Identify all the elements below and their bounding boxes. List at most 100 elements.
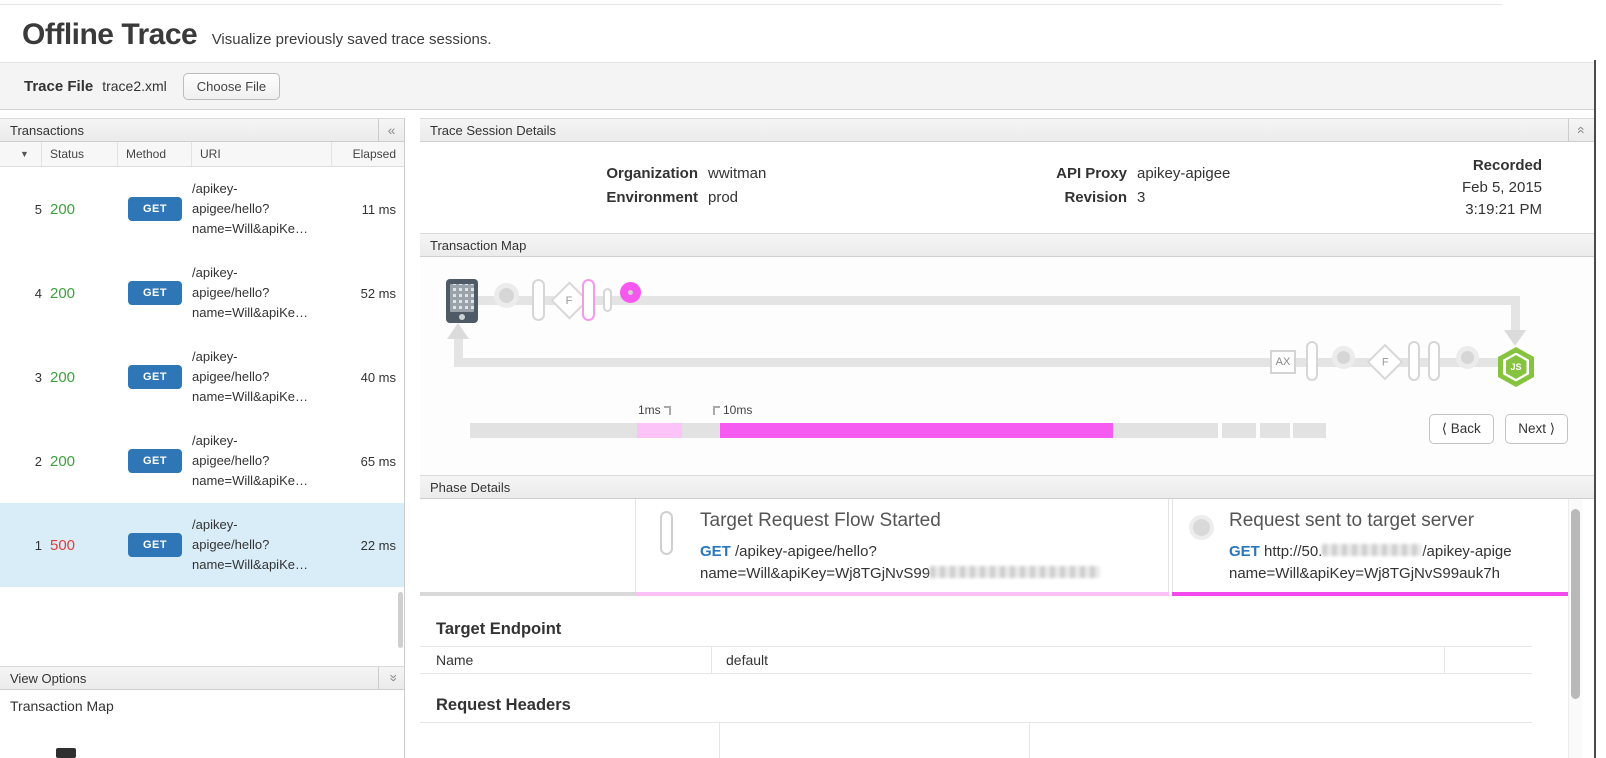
response-track-bend: [454, 339, 463, 367]
trace-file-bar: Trace File trace2.xml Choose File: [0, 62, 1594, 110]
transaction-elapsed: 11 ms: [332, 202, 404, 217]
get-badge: GET: [128, 449, 182, 473]
column-elapsed: Elapsed: [332, 142, 404, 166]
method-label: GET: [1229, 543, 1260, 560]
request-step-policy-small-icon[interactable]: [603, 288, 612, 312]
transaction-rows: 5200GET/apikey-apigee/hello?name=Will&ap…: [0, 167, 404, 587]
phase-cell-empty: [420, 499, 636, 596]
method-badge-cell: GET: [118, 281, 192, 305]
transaction-row[interactable]: 5200GET/apikey-apigee/hello?name=Will&ap…: [0, 167, 404, 251]
collapse-left-icon[interactable]: «: [378, 119, 404, 141]
transaction-uri: /apikey-apigee/hello?name=Will&apiKe…: [192, 179, 332, 239]
revision-value: 3: [1137, 189, 1145, 206]
method-label: GET: [700, 543, 731, 560]
recorded-block: Recorded Feb 5, 2015 3:19:21 PM: [1462, 155, 1542, 220]
response-step-policy-icon[interactable]: [1306, 341, 1318, 381]
transactions-table-header: ▼ Status Method URI Elapsed: [0, 142, 404, 167]
revision-label: Revision: [1012, 189, 1127, 206]
organization-value: wwitman: [708, 165, 766, 182]
recorded-label: Recorded: [1462, 155, 1542, 177]
request-step-policy-icon[interactable]: [532, 279, 545, 321]
method-badge-cell: GET: [118, 449, 192, 473]
transaction-number: 2: [0, 454, 42, 469]
next-button[interactable]: Next ⟩: [1505, 414, 1568, 444]
organization-label: Organization: [590, 165, 698, 182]
detail-scrollbar: [1568, 499, 1582, 758]
table-row: Name default: [420, 646, 1532, 674]
request-track-bend: [1511, 298, 1520, 332]
response-step-circle-icon[interactable]: [1332, 346, 1355, 369]
back-button[interactable]: ⟨ Back: [1429, 414, 1494, 444]
request-step-circle-icon[interactable]: [494, 283, 519, 308]
view-option-transaction-map[interactable]: Transaction Map: [10, 698, 114, 714]
get-badge: GET: [128, 197, 182, 221]
transaction-elapsed: 52 ms: [332, 286, 404, 301]
session-group-middle: API Proxy apikey-apigee Revision 3: [1012, 165, 1230, 213]
phase-details-title: Phase Details: [430, 480, 510, 495]
timeline-navigation: ⟨ Back Next ⟩: [1422, 414, 1568, 444]
phase-circle-icon: [1189, 515, 1214, 540]
timeline-segment: [682, 423, 720, 438]
api-proxy-label: API Proxy: [1012, 165, 1127, 182]
status-code: 500: [42, 537, 118, 554]
transaction-uri: /apikey-apigee/hello?name=Will&apiKe…: [192, 431, 332, 491]
offline-trace-app: Offline Trace Visualize previously saved…: [0, 0, 1606, 758]
request-step-policy-active-icon[interactable]: [582, 279, 595, 321]
environment-label: Environment: [590, 189, 698, 206]
client-phone-icon[interactable]: [446, 279, 478, 323]
left-scrollbar-thumb[interactable]: [398, 592, 403, 648]
redacted-text: [1322, 544, 1422, 556]
arrow-to-client-icon: [447, 323, 469, 339]
transaction-row[interactable]: 4200GET/apikey-apigee/hello?name=Will&ap…: [0, 251, 404, 335]
phase-request-line: GET /apikey-apigee/hello? name=Will&apiK…: [700, 541, 1100, 585]
response-step-policy-icon[interactable]: [1428, 341, 1440, 381]
transaction-map-area: F AX F JS 1ms 10ms: [420, 257, 1594, 475]
name-label: Name: [420, 647, 712, 673]
trace-session-panel: Trace Session Details « Organization wwi…: [420, 118, 1594, 758]
selected-step-ring-icon[interactable]: [620, 282, 641, 303]
choose-file-button[interactable]: Choose File: [183, 73, 280, 100]
trace-file-label: Trace File: [24, 78, 93, 95]
transaction-elapsed: 22 ms: [332, 538, 404, 553]
transaction-row[interactable]: 1500GET/apikey-apigee/hello?name=Will&ap…: [0, 503, 404, 587]
page-header: Offline Trace Visualize previously saved…: [22, 18, 492, 52]
request-headers-heading: Request Headers: [436, 696, 571, 715]
transaction-row[interactable]: 3200GET/apikey-apigee/hello?name=Will&ap…: [0, 335, 404, 419]
transaction-number: 1: [0, 538, 42, 553]
target-endpoint-heading: Target Endpoint: [436, 620, 561, 639]
method-badge-cell: GET: [118, 197, 192, 221]
response-step-circle-icon[interactable]: [1456, 346, 1479, 369]
phase-detail-tables: Target Endpoint Name default Request Hea…: [420, 596, 1568, 758]
timeline-marker-1ms: 1ms: [638, 403, 671, 417]
method-badge-cell: GET: [118, 365, 192, 389]
transaction-uri: /apikey-apigee/hello?name=Will&apiKe…: [192, 263, 332, 323]
collapse-down-icon[interactable]: «: [378, 667, 404, 689]
phase-request-line: GET http://50./apikey-apige name=Will&ap…: [1229, 541, 1512, 585]
collapse-up-icon[interactable]: «: [1568, 119, 1594, 141]
response-flow-diamond-icon[interactable]: F: [1367, 344, 1404, 381]
environment-value: prod: [708, 189, 738, 206]
analytics-step-icon[interactable]: AX: [1270, 350, 1296, 374]
session-group-left: Organization wwitman Environment prod: [590, 165, 766, 213]
transaction-row[interactable]: 2200GET/apikey-apigee/hello?name=Will&ap…: [0, 419, 404, 503]
page-title: Offline Trace: [22, 18, 197, 52]
phase-card-target-request-flow[interactable]: Target Request Flow Started GET /apikey-…: [636, 499, 1169, 596]
transactions-panel: Transactions « ▼ Status Method URI Elaps…: [0, 118, 405, 758]
phase-strip: Target Request Flow Started GET /apikey-…: [420, 499, 1580, 596]
nodejs-target-icon[interactable]: JS: [1498, 347, 1534, 387]
detail-scrollbar-thumb[interactable]: [1571, 509, 1580, 699]
transaction-map-title: Transaction Map: [430, 238, 526, 253]
phase-details-band: Phase Details: [420, 475, 1594, 499]
sort-descending-icon[interactable]: ▼: [0, 142, 42, 166]
transaction-uri: /apikey-apigee/hello?name=Will&apiKe…: [192, 347, 332, 407]
trace-file-name: trace2.xml: [102, 78, 167, 94]
phase-title: Target Request Flow Started: [700, 510, 941, 532]
response-step-policy-icon[interactable]: [1408, 341, 1420, 381]
phase-card-request-sent[interactable]: Request sent to target server GET http:/…: [1172, 499, 1580, 596]
timeline-bar[interactable]: [470, 423, 1326, 438]
transaction-uri: /apikey-apigee/hello?name=Will&apiKe…: [192, 515, 332, 575]
status-code: 200: [42, 285, 118, 302]
timeline-segment: [1260, 423, 1290, 438]
get-badge: GET: [128, 365, 182, 389]
timeline-segment: [470, 423, 637, 438]
